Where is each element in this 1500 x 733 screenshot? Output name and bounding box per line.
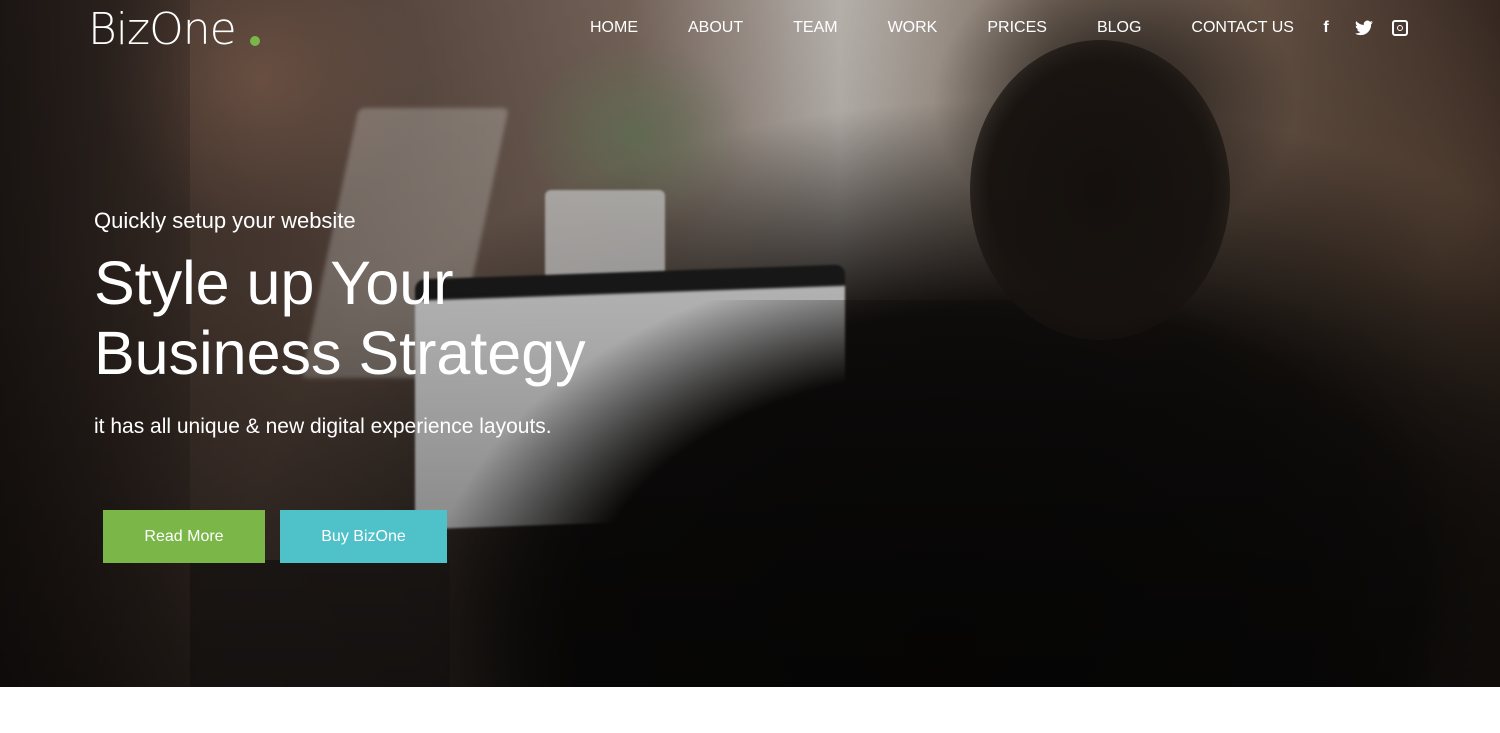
hero-headline-line2: Business Strategy	[94, 319, 586, 387]
nav-item-about[interactable]: ABOUT	[688, 16, 743, 40]
brand-logo[interactable]: BizOne	[88, 2, 237, 58]
hero-section: BizOne HOME ABOUT TEAM WORK PRICES BLOG …	[0, 0, 1500, 687]
read-more-button[interactable]: Read More	[103, 510, 265, 563]
top-navbar: BizOne HOME ABOUT TEAM WORK PRICES BLOG …	[0, 0, 1500, 56]
nav-item-blog[interactable]: BLOG	[1097, 16, 1141, 40]
social-links: f	[1316, 18, 1408, 38]
nav-item-work[interactable]: WORK	[888, 16, 938, 40]
hero-headline-line1: Style up Your	[94, 249, 454, 317]
twitter-icon[interactable]	[1354, 18, 1374, 38]
main-menu: HOME ABOUT TEAM WORK PRICES BLOG CONTACT…	[590, 16, 1294, 40]
hero-tagline: Quickly setup your website	[94, 208, 356, 233]
nav-item-home[interactable]: HOME	[590, 16, 638, 40]
hero-subline: it has all unique & new digital experien…	[94, 415, 552, 438]
instagram-icon[interactable]	[1392, 20, 1408, 36]
buy-bizone-button[interactable]: Buy BizOne	[280, 510, 447, 563]
nav-item-prices[interactable]: PRICES	[987, 16, 1047, 40]
hero-headline: Style up Your Business Strategy	[94, 248, 586, 388]
brand-logo-dot	[250, 36, 260, 46]
nav-item-contact[interactable]: CONTACT US	[1191, 16, 1294, 40]
nav-item-team[interactable]: TEAM	[793, 16, 837, 40]
facebook-icon[interactable]: f	[1316, 18, 1336, 38]
